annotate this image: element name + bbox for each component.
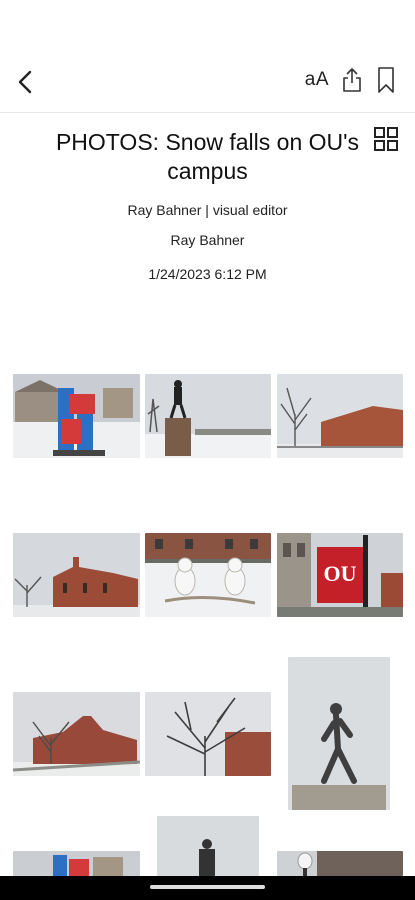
gallery-photo-statue-silhouette[interactable] (157, 816, 259, 876)
text-size-button[interactable]: aA (305, 69, 329, 91)
gallery-photo-lamp-post[interactable] (277, 851, 403, 876)
gallery-photo-statue[interactable] (145, 374, 271, 458)
back-button[interactable] (12, 68, 40, 96)
chevron-left-icon (18, 70, 32, 94)
gallery-photo-love-sculpture[interactable] (13, 374, 140, 458)
bookmark-icon (378, 67, 394, 93)
gallery-photo-bare-tree[interactable] (145, 692, 271, 776)
grid-view-icon (374, 127, 398, 151)
byline: Ray Bahner | visual editor (127, 202, 288, 218)
home-indicator[interactable] (150, 885, 265, 889)
publish-date: 1/24/2023 6:12 PM (148, 266, 267, 282)
top-navigation-bar: aA (0, 0, 415, 113)
svg-text:OU: OU (324, 561, 357, 586)
gallery-photo-campus-building[interactable] (13, 692, 140, 776)
author-name: Ray Bahner (170, 232, 245, 248)
gallery-photo-snowmen[interactable] (145, 533, 271, 617)
system-navigation-bar (0, 876, 415, 900)
share-button[interactable] (341, 66, 363, 94)
article-title: PHOTOS: Snow falls on OU's campus (55, 129, 360, 184)
grid-view-button[interactable] (373, 126, 399, 152)
gallery-photo-gothic-building[interactable] (13, 533, 140, 617)
share-icon (343, 68, 361, 92)
gallery-photo-walking-statue[interactable] (288, 657, 390, 810)
gallery-photo-brick-building[interactable] (277, 374, 403, 458)
header-actions: aA (305, 66, 397, 94)
gallery-photo-love-partial[interactable] (13, 851, 140, 876)
bookmark-button[interactable] (375, 66, 397, 94)
gallery-photo-ou-banner[interactable]: OU (277, 533, 403, 617)
